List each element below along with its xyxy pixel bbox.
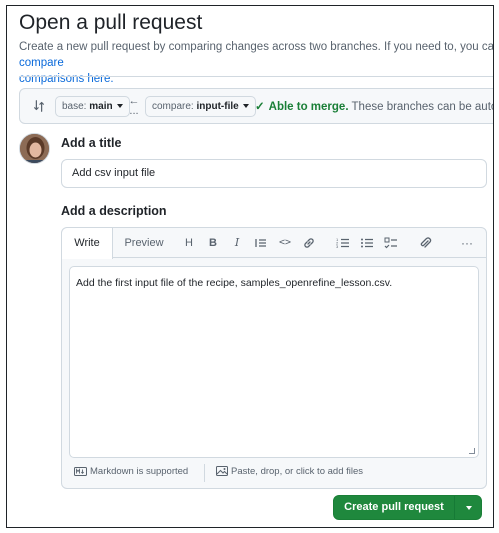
avatar[interactable]: [19, 133, 50, 164]
code-icon[interactable]: <>: [278, 236, 292, 250]
create-options-dropdown[interactable]: [454, 496, 482, 519]
footer-divider: [204, 464, 205, 482]
create-pull-request-label[interactable]: Create pull request: [334, 496, 454, 519]
comparisons-link[interactable]: comparisons here.: [19, 73, 114, 85]
description-textarea[interactable]: Add the first input file of the recipe, …: [69, 266, 479, 458]
compare-prefix: compare:: [152, 101, 194, 112]
base-branch-select[interactable]: base: main: [55, 96, 130, 117]
compare-branch-select[interactable]: compare: input-file: [145, 96, 256, 117]
title-input[interactable]: Add csv input file: [61, 159, 487, 188]
attach-files-text: Paste, drop, or click to add files: [231, 466, 364, 477]
task-list-icon[interactable]: [384, 236, 398, 250]
attach-files[interactable]: Paste, drop, or click to add files: [216, 466, 363, 477]
unordered-list-icon[interactable]: [360, 236, 374, 250]
markdown-note[interactable]: Markdown is supported: [74, 466, 188, 477]
description-editor: Write Preview H B I <> 1 2 3 ··· Add the…: [61, 227, 487, 489]
compare-arrow: ← ...: [128, 96, 140, 117]
arrow-dots: ...: [129, 105, 139, 117]
markdown-note-text: Markdown is supported: [90, 466, 189, 477]
merge-status: ✓ Able to merge. These branches can be au…: [255, 99, 493, 113]
page-frame: Open a pull request Create a new pull re…: [6, 5, 494, 528]
subtitle-text: Create a new pull request by comparing c…: [19, 41, 494, 53]
compare-link[interactable]: compare: [19, 57, 64, 69]
italic-icon[interactable]: I: [230, 236, 244, 250]
compare-branch-name: input-file: [196, 101, 239, 112]
merge-status-label: Able to merge.: [268, 101, 349, 113]
more-icon[interactable]: ···: [458, 236, 476, 250]
chevron-down-icon: [466, 506, 472, 510]
description-label: Add a description: [61, 204, 167, 218]
heading-icon[interactable]: H: [182, 236, 196, 250]
tab-write[interactable]: Write: [62, 228, 113, 259]
markdown-icon: [74, 466, 87, 476]
merge-status-note: These branches can be automatically merg…: [351, 101, 493, 113]
base-branch-name: main: [89, 101, 113, 112]
svg-text:3: 3: [336, 244, 339, 249]
image-icon: [216, 466, 228, 477]
title-label: Add a title: [61, 136, 122, 150]
base-prefix: base:: [62, 101, 87, 112]
resize-handle-icon[interactable]: [469, 448, 475, 454]
description-text: Add the first input file of the recipe, …: [76, 277, 393, 289]
create-pull-request-button[interactable]: Create pull request: [333, 495, 482, 520]
bold-icon[interactable]: B: [206, 236, 220, 250]
git-compare-icon: [34, 100, 44, 112]
page-title: Open a pull request: [19, 11, 203, 34]
check-icon: ✓: [255, 101, 265, 113]
branch-compare-bar: base: main ← ... compare: input-file ✓ Ab…: [19, 88, 493, 124]
quote-icon[interactable]: [254, 236, 268, 250]
page-subtitle: Create a new pull request by comparing c…: [19, 39, 494, 87]
paperclip-icon[interactable]: [418, 236, 432, 250]
link-icon[interactable]: [302, 236, 316, 250]
editor-tabs: Write Preview H B I <> 1 2 3 ···: [62, 228, 486, 259]
divider: [19, 76, 493, 77]
ordered-list-icon[interactable]: 1 2 3: [336, 236, 350, 250]
user-photo: [20, 134, 49, 163]
tab-preview[interactable]: Preview: [117, 228, 171, 259]
chevron-down-icon: [242, 104, 249, 109]
chevron-down-icon: [116, 104, 123, 109]
